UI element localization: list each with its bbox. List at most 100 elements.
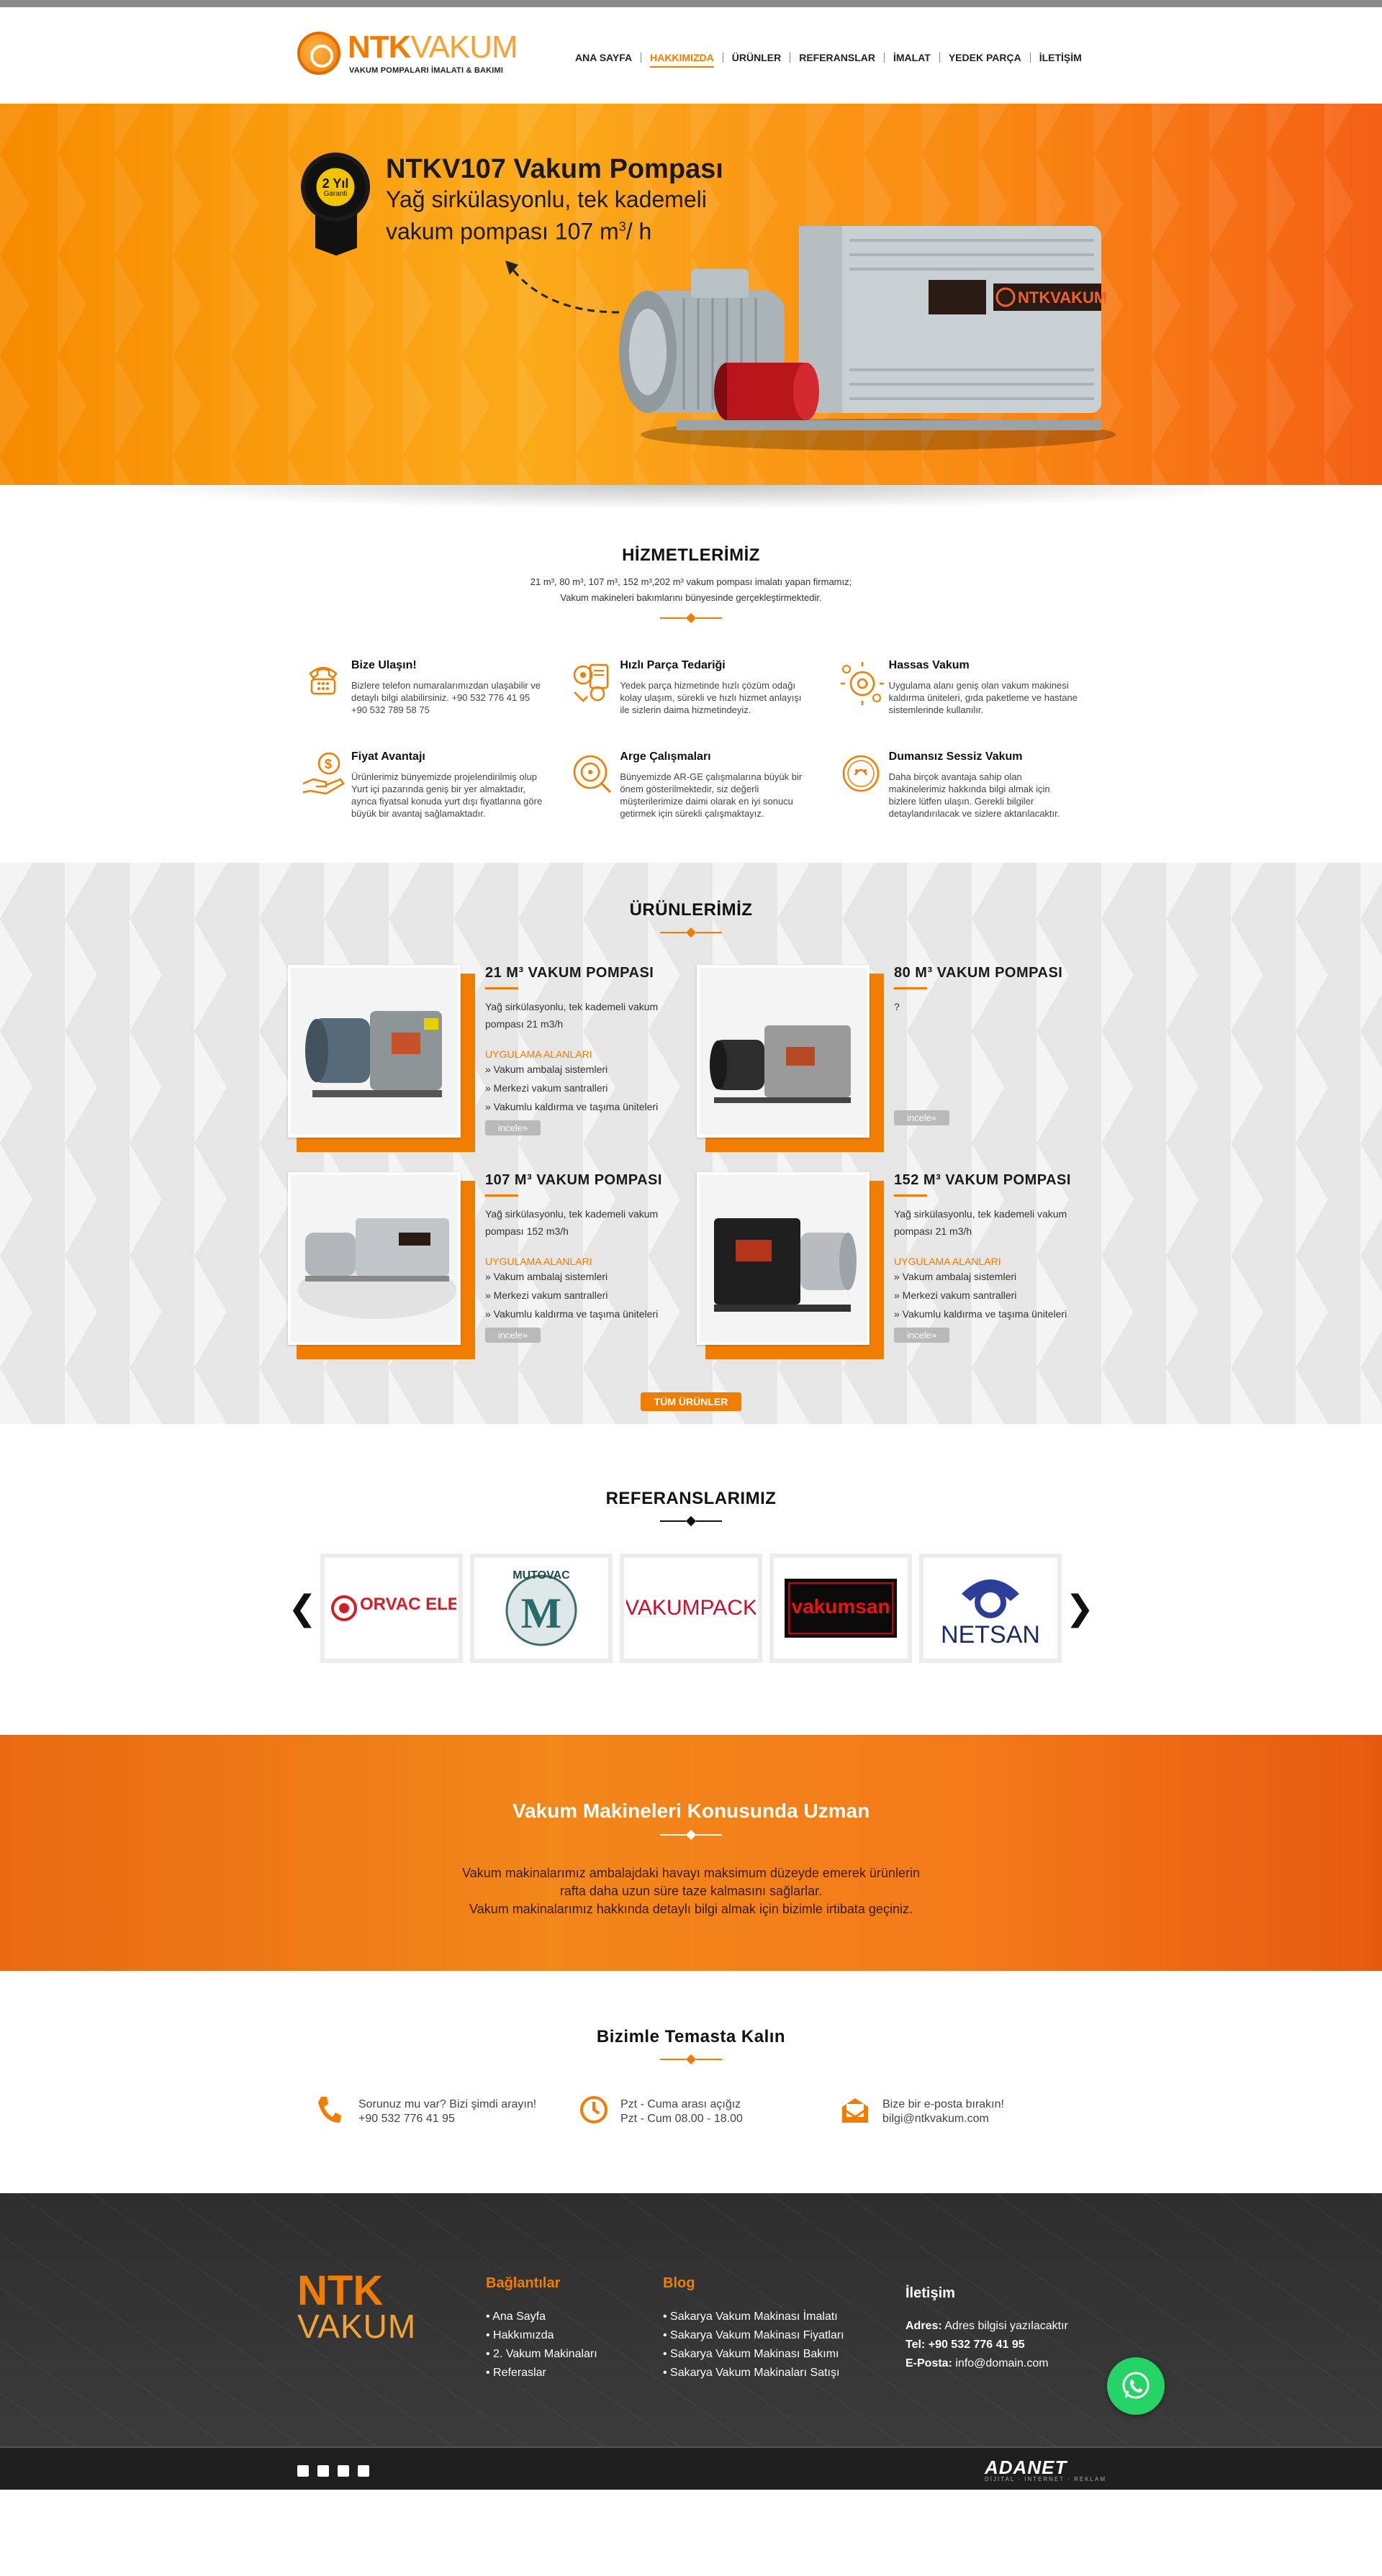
product-title[interactable]: 152 M³ VAKUM POMPASI <box>894 1172 1098 1189</box>
reference-logo-vakumsan[interactable]: vakumsan <box>769 1554 912 1663</box>
reference-logo-mutovac[interactable]: MUTOVAC M <box>470 1554 613 1663</box>
service-text: Uygulama alanı geniş olan vakum makinesi… <box>888 680 1078 715</box>
whatsapp-button[interactable] <box>1107 2357 1165 2415</box>
service-item: Hassas Vakum Uygulama alanı geniş olan v… <box>833 659 1087 716</box>
contact-phone[interactable]: Sorunuz mu var? Bizi şimdi arayın! +90 5… <box>317 2095 547 2128</box>
product-title[interactable]: 107 M³ VAKUM POMPASI <box>485 1172 690 1189</box>
list-item: » Vakum ambalaj sistemleri <box>894 1271 1017 1282</box>
footer-blog-link[interactable]: • Sakarya Vakum Makinaları Satışı <box>663 2364 844 2382</box>
services-title: HİZMETLERİMİZ <box>622 545 760 565</box>
facebook-icon[interactable] <box>297 2465 309 2477</box>
inspect-button[interactable]: incele» <box>894 1328 950 1343</box>
footer-logo[interactable]: NTK VAKUM <box>297 2270 416 2344</box>
product-image[interactable] <box>288 965 461 1138</box>
nav-products[interactable]: ÜRÜNLER <box>723 52 790 63</box>
contact-email[interactable]: Bize bir e-posta bırakın! bilgi@ntkvakum… <box>841 2095 1071 2128</box>
hero-slider[interactable]: 2 Yıl Garanti NTKV107 Vakum Pompası Yağ … <box>0 104 1382 485</box>
services-section: HİZMETLERİMİZ 21 m³, 80 m³, 107 m³, 152 … <box>0 514 1382 863</box>
footer-blog-link[interactable]: • Sakarya Vakum Makinası Bakımı <box>663 2345 844 2364</box>
footer-blog-link[interactable]: • Sakarya Vakum Makinası İmalatı <box>663 2308 844 2326</box>
product-title[interactable]: 21 M³ VAKUM POMPASI <box>485 965 690 981</box>
svg-text:ORVAC ELECTRONICS: ORVAC ELECTRONICS <box>360 1595 456 1614</box>
instagram-icon[interactable] <box>338 2465 349 2477</box>
nav-references[interactable]: REFERANSLAR <box>790 52 884 63</box>
inspect-button[interactable]: incele» <box>894 1110 950 1125</box>
section-divider <box>0 2054 1382 2065</box>
product-image[interactable] <box>697 1172 870 1345</box>
product-image[interactable] <box>288 1172 461 1345</box>
nav-about[interactable]: HAKKIMIZDA <box>641 52 723 68</box>
top-strip <box>0 0 1382 7</box>
nav-contact[interactable]: İLETİŞİM <box>1031 52 1090 63</box>
service-title: Dumansız Sessiz Vakum <box>888 750 1023 763</box>
products-section: ÜRÜNLERİMİZ 21 M³ VAKUM POMPASI Yağ sirk… <box>0 863 1382 1424</box>
agency-logo[interactable]: ADANET DİJİTAL · İNTERNET · REKLAM <box>985 2457 1106 2482</box>
research-icon <box>564 750 620 820</box>
logo-text-ntk: NTK <box>348 30 411 65</box>
nav-manufacturing[interactable]: İMALAT <box>885 52 939 63</box>
list-item: » Vakumlu kaldırma ve taşıma üniteleri <box>485 1101 659 1112</box>
service-item: Bize Ulaşın! Bizlere telefon numaralarım… <box>295 659 549 716</box>
application-list: » Vakum ambalaj sistemleri » Merkezi vak… <box>485 1060 690 1116</box>
application-areas-title: UYGULAMA ALANLARI <box>485 1048 592 1060</box>
main-nav: ANA SAYFA HAKKIMIZDA ÜRÜNLER REFERANSLAR… <box>566 52 1090 68</box>
dashed-arrow-icon <box>505 260 620 314</box>
vacuum-pump-image: NTKVAKUM <box>619 226 1116 450</box>
product-card: 21 M³ VAKUM POMPASI Yağ sirkülasyonlu, t… <box>288 965 690 1152</box>
application-areas-title: UYGULAMA ALANLARI <box>894 1256 1001 1267</box>
footer-blog: Blog • Sakarya Vakum Makinası İmalatı • … <box>663 2275 844 2382</box>
services-grid: Bize Ulaşın! Bizlere telefon numaralarım… <box>295 659 1087 820</box>
nav-home[interactable]: ANA SAYFA <box>566 52 641 63</box>
products-title: ÜRÜNLERİMİZ <box>629 900 753 920</box>
site-logo[interactable]: NTKVAKUM VAKUM POMPALARI İMALATI & BAKIM… <box>297 29 528 86</box>
carousel-prev-icon[interactable]: ❮ <box>288 1588 317 1628</box>
product-description: Yağ sirkülasyonlu, tek kademeli vakum po… <box>485 1208 659 1237</box>
banner-text: Vakum makinalarımız ambalajdaki havayı m… <box>462 1866 920 1916</box>
footer-link[interactable]: • Ana Sayfa <box>486 2308 597 2326</box>
silent-icon <box>833 750 889 820</box>
footer-link[interactable]: • Referaslar <box>486 2364 597 2382</box>
carousel-next-icon[interactable]: ❯ <box>1065 1588 1094 1628</box>
footer-link[interactable]: • 2. Vakum Makinaları <box>486 2345 597 2364</box>
svg-text:$: $ <box>325 757 332 771</box>
service-text: Bizlere telefon numaralarımızdan ulaşabi… <box>351 680 541 715</box>
footer-bottom-bar: ADANET DİJİTAL · İNTERNET · REKLAM <box>0 2446 1382 2490</box>
product-image[interactable] <box>697 965 870 1138</box>
inspect-button[interactable]: incele» <box>485 1328 541 1343</box>
inspect-button[interactable]: incele» <box>485 1120 541 1135</box>
twitter-icon[interactable] <box>317 2465 329 2477</box>
service-text: Ürünlerimiz bünyemizde projelendirilmiş … <box>351 771 543 819</box>
svg-text:M: M <box>521 1589 562 1637</box>
hero-shadow <box>0 485 1382 514</box>
service-item: Dumansız Sessiz Vakum Daha birçok avanta… <box>833 750 1087 820</box>
list-item: » Merkezi vakum santralleri <box>485 1289 608 1301</box>
product-description: Yağ sirkülasyonlu, tek kademeli vakum po… <box>485 1001 659 1030</box>
site-footer: NTK VAKUM Bağlantılar • Ana Sayfa • Hakk… <box>0 2193 1382 2446</box>
logo-emblem-icon <box>297 32 340 75</box>
footer-link[interactable]: • Hakkımızda <box>486 2326 597 2345</box>
application-areas-title: UYGULAMA ALANLARI <box>485 1256 592 1267</box>
list-item: » Vakum ambalaj sistemleri <box>485 1271 608 1282</box>
section-divider <box>0 612 1382 624</box>
reference-logo-vakumpack[interactable]: VAKUMPACK <box>620 1554 762 1663</box>
reference-logo-orvac[interactable]: ORVAC ELECTRONICS <box>320 1554 463 1663</box>
logo-tagline: VAKUM POMPALARI İMALATI & BAKIMI <box>349 66 504 75</box>
footer-blog-link[interactable]: • Sakarya Vakum Makinası Fiyatları <box>663 2326 844 2345</box>
medal-label: Garanti <box>323 189 348 198</box>
service-title: Arge Çalışmaları <box>620 750 711 763</box>
whatsapp-icon <box>1122 2372 1150 2399</box>
references-title: REFERANSLARIMIZ <box>605 1489 777 1508</box>
reference-logo-netsan[interactable]: NETSAN <box>919 1554 1062 1663</box>
nav-spare-parts[interactable]: YEDEK PARÇA <box>940 52 1030 63</box>
all-products-button[interactable]: TÜM ÜRÜNLER <box>641 1392 741 1411</box>
list-item: » Vakumlu kaldırma ve taşıma üniteleri <box>485 1308 659 1320</box>
product-title[interactable]: 80 M³ VAKUM POMPASI <box>894 965 1098 981</box>
phone-icon <box>317 2095 348 2128</box>
references-carousel: ❮ ORVAC ELECTRONICS MUTOVAC M VAKUMPACK v… <box>0 1554 1382 1663</box>
social-links <box>297 2465 369 2477</box>
youtube-icon[interactable] <box>358 2465 369 2477</box>
references-section: REFERANSLARIMIZ ❮ ORVAC ELECTRONICS MUTO… <box>0 1424 1382 1735</box>
medal-years: 2 Yıl <box>322 176 349 191</box>
service-text: Daha birçok avantaja sahip olan makinele… <box>888 771 1060 819</box>
mail-icon <box>841 2095 872 2128</box>
